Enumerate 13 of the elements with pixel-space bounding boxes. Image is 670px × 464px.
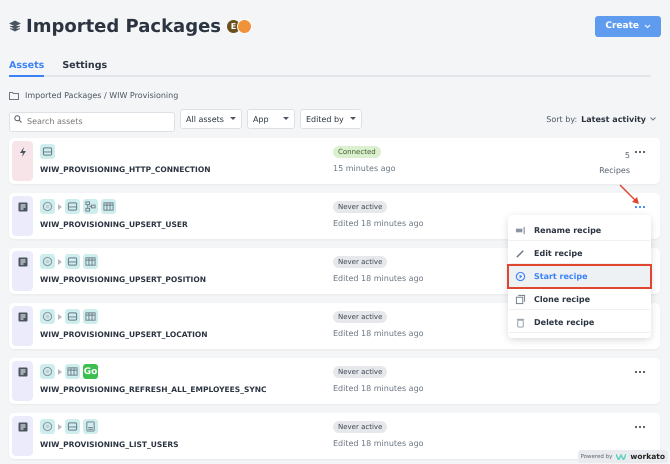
timestamp: Edited 18 minutes ago <box>333 439 424 448</box>
breadcrumb: Imported Packages / WIW Provisioning <box>25 91 178 100</box>
recipe-count: 5 <box>624 151 630 160</box>
timestamp: Edited 18 minutes ago <box>333 274 424 283</box>
timestamp: Edited 18 minutes ago <box>333 384 424 393</box>
sort-label: Sort by: <box>546 114 578 124</box>
user-avatar: E <box>227 20 240 32</box>
timestamp: Edited 18 minutes ago <box>333 219 424 228</box>
count-label: Recipes <box>599 166 630 175</box>
timestamp: 15 minutes ago <box>333 164 396 173</box>
app-logo: Go <box>83 364 98 379</box>
page-title: Imported Packages <box>26 16 221 36</box>
timestamp: Edited 18 minutes ago <box>333 329 424 338</box>
